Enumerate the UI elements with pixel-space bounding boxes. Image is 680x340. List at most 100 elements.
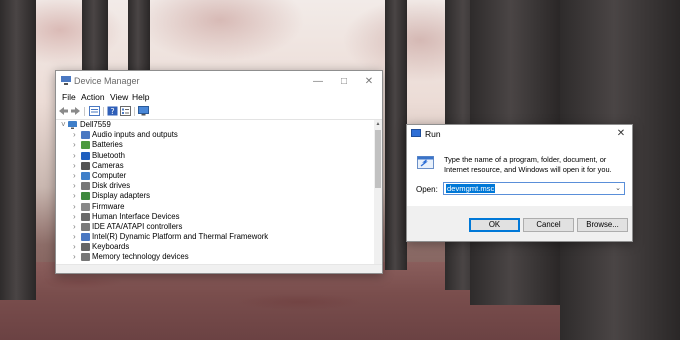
- keyboard-icon: [81, 243, 90, 252]
- menu-view[interactable]: View: [110, 92, 128, 102]
- memory-device-icon: [81, 253, 90, 262]
- tree-root-label: Dell7559: [80, 120, 111, 129]
- menu-bar: File Action View Help: [56, 91, 382, 104]
- device-tree: ˅ Dell7559 › Audio inputs and outputs › Bat…: [56, 120, 374, 265]
- monitor-scan-icon[interactable]: [138, 106, 149, 116]
- tree-item[interactable]: › Bluetooth: [56, 151, 374, 161]
- expand-chevron-icon[interactable]: ›: [73, 222, 76, 232]
- tree-item[interactable]: › IDE ATA/ATAPI controllers: [56, 222, 374, 232]
- camera-icon: [81, 161, 90, 170]
- expand-chevron-icon[interactable]: ›: [73, 130, 76, 140]
- tree-item[interactable]: › Audio inputs and outputs: [56, 130, 374, 140]
- expand-chevron-icon[interactable]: ›: [73, 232, 76, 242]
- tree-trunk: [82, 0, 108, 75]
- tree-item-label: Audio inputs and outputs: [92, 130, 178, 140]
- run-program-icon: [417, 156, 434, 169]
- run-title-icon: [411, 129, 421, 137]
- tree-item[interactable]: › Disk drives: [56, 181, 374, 191]
- menu-action[interactable]: Action: [81, 92, 105, 102]
- browse-button[interactable]: Browse...: [577, 218, 628, 232]
- tree-trunk: [128, 0, 150, 80]
- run-description: Type the name of a program, folder, docu…: [444, 155, 612, 174]
- menu-help[interactable]: Help: [132, 92, 149, 102]
- tree-item-label: Display adapters: [92, 191, 151, 201]
- computer-icon: [81, 171, 90, 180]
- expand-chevron-icon[interactable]: ›: [73, 161, 76, 171]
- display-adapter-icon: [81, 192, 90, 201]
- tree-item-label: Cameras: [92, 160, 124, 170]
- cancel-button[interactable]: Cancel: [523, 218, 574, 232]
- tree-item[interactable]: › Display adapters: [56, 191, 374, 201]
- computer-icon: [68, 121, 77, 129]
- tree-item[interactable]: › Intel(R) Dynamic Platform and Thermal F…: [56, 232, 374, 242]
- scrollbar-thumb[interactable]: [375, 130, 381, 188]
- tree-item-label: IDE ATA/ATAPI controllers: [92, 221, 183, 231]
- tree-item-label: Memory technology devices: [92, 252, 189, 262]
- expand-chevron-icon[interactable]: ›: [73, 202, 76, 212]
- svg-text:?: ?: [110, 107, 114, 116]
- device-manager-icon: [61, 76, 71, 85]
- tree-trunk: [0, 0, 36, 300]
- tree-item-label: Human Interface Devices: [92, 211, 180, 221]
- firmware-icon: [81, 202, 90, 211]
- collapse-chevron-icon[interactable]: ˅: [61, 120, 66, 130]
- properties-icon[interactable]: [89, 106, 100, 116]
- expand-chevron-icon[interactable]: ›: [73, 212, 76, 222]
- toolbar-separator: [103, 107, 104, 116]
- battery-icon: [81, 141, 90, 150]
- forward-arrow-icon[interactable]: [70, 106, 81, 116]
- toolbar-separator: [84, 107, 85, 116]
- tree-item[interactable]: › Computer: [56, 171, 374, 181]
- hid-icon: [81, 212, 90, 221]
- run-close-button[interactable]: ✕: [610, 125, 632, 142]
- close-button[interactable]: ✕: [356, 71, 382, 91]
- expand-chevron-icon[interactable]: ›: [73, 191, 76, 201]
- horizontal-scrollbar[interactable]: [56, 264, 382, 273]
- tree-item[interactable]: › Cameras: [56, 161, 374, 171]
- expand-chevron-icon[interactable]: ›: [73, 181, 76, 191]
- expand-chevron-icon[interactable]: ›: [73, 151, 76, 161]
- scroll-up-arrow-icon[interactable]: ▲: [374, 121, 382, 127]
- tree-item[interactable]: › Keyboards: [56, 242, 374, 252]
- run-title: Run: [425, 129, 441, 139]
- chevron-down-icon[interactable]: ⌄: [615, 184, 621, 192]
- expand-chevron-icon[interactable]: ›: [73, 242, 76, 252]
- window-title: Device Manager: [74, 76, 140, 86]
- minimize-button[interactable]: —: [305, 71, 331, 91]
- thermal-framework-icon: [81, 233, 90, 242]
- tree-item[interactable]: › Batteries: [56, 140, 374, 150]
- tree-item-label: Bluetooth: [92, 150, 125, 160]
- back-arrow-icon[interactable]: [58, 106, 69, 116]
- tree-item-label: Disk drives: [92, 181, 131, 191]
- tree-root[interactable]: ˅ Dell7559: [56, 120, 374, 130]
- tree-item-label: Intel(R) Dynamic Platform and Thermal Fr…: [92, 232, 269, 242]
- menu-file[interactable]: File: [62, 92, 76, 102]
- speaker-icon: [81, 131, 90, 140]
- expand-chevron-icon[interactable]: ›: [73, 140, 76, 150]
- tree-item-label: Keyboards: [92, 242, 130, 252]
- tree-item[interactable]: › Firmware: [56, 202, 374, 212]
- device-manager-titlebar[interactable]: Device Manager — □ ✕: [56, 71, 382, 91]
- ide-controller-icon: [81, 222, 90, 231]
- tree-trunk: [385, 0, 407, 270]
- vertical-scrollbar[interactable]: ▲: [374, 120, 382, 265]
- open-combobox[interactable]: devmgmt.msc ⌄: [443, 182, 625, 195]
- tree-item-label: Computer: [92, 170, 127, 180]
- ok-button[interactable]: OK: [469, 218, 520, 232]
- tree-item-label: Batteries: [92, 140, 123, 150]
- disk-drive-icon: [81, 182, 90, 191]
- device-list-icon[interactable]: [120, 106, 131, 116]
- help-icon[interactable]: ?: [107, 106, 118, 116]
- bluetooth-icon: [81, 151, 90, 160]
- run-dialog: Run ✕ Type the name of a program, folder…: [406, 124, 633, 242]
- tree-item[interactable]: › Memory technology devices: [56, 252, 374, 262]
- toolbar: ?: [56, 104, 382, 120]
- expand-chevron-icon[interactable]: ›: [73, 171, 76, 181]
- tree-item[interactable]: › Human Interface Devices: [56, 212, 374, 222]
- run-titlebar[interactable]: Run ✕: [407, 125, 632, 142]
- tree-item-label: Firmware: [92, 201, 125, 211]
- run-body: Type the name of a program, folder, docu…: [407, 142, 632, 206]
- expand-chevron-icon[interactable]: ›: [73, 252, 76, 262]
- maximize-button[interactable]: □: [331, 71, 357, 91]
- open-input-value[interactable]: devmgmt.msc: [446, 184, 496, 193]
